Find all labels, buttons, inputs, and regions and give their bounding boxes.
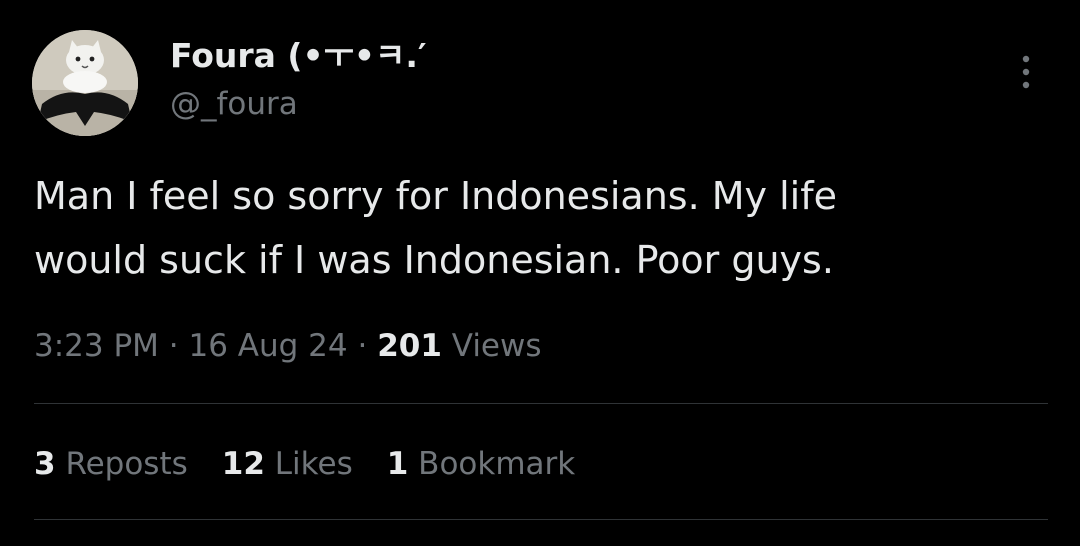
tweet-text: Man I feel so sorry for Indonesians. My … (34, 164, 1044, 292)
tweet-metadata: 3:23 PM · 16 Aug 24 · 201 Views (34, 324, 542, 368)
tweet-time[interactable]: 3:23 PM (34, 328, 159, 364)
avatar[interactable] (32, 30, 138, 136)
reposts-label: Reposts (65, 446, 188, 482)
tweet-text-line: Man I feel so sorry for Indonesians. My … (34, 174, 837, 218)
avatar-image (32, 30, 138, 136)
meta-separator: · (357, 328, 368, 364)
tweet-stats: 3 Reposts 12 Likes 1 Bookmark (34, 442, 609, 486)
author-handle[interactable]: @_foura (170, 84, 298, 124)
bookmarks-stat[interactable]: 1 Bookmark (387, 442, 575, 486)
meta-separator: · (168, 328, 179, 364)
more-options-button[interactable] (1008, 52, 1044, 92)
author-display-name[interactable]: Foura (•ㅜ•ㅋ.′ (170, 36, 427, 76)
divider (34, 519, 1048, 520)
reposts-stat[interactable]: 3 Reposts (34, 442, 188, 486)
bookmarks-label: Bookmark (418, 446, 576, 482)
views-count: 201 (377, 328, 442, 364)
likes-count: 12 (221, 446, 265, 482)
bookmarks-count: 1 (386, 446, 409, 482)
tweet-date[interactable]: 16 Aug 24 (189, 328, 348, 364)
likes-label: Likes (274, 446, 353, 482)
more-vertical-icon (1022, 55, 1030, 89)
tweet-text-line: would suck if I was Indonesian. Poor guy… (34, 238, 834, 282)
likes-stat[interactable]: 12 Likes (222, 442, 353, 486)
views-label: Views (451, 328, 542, 364)
reposts-count: 3 (34, 446, 56, 482)
divider (34, 403, 1048, 404)
